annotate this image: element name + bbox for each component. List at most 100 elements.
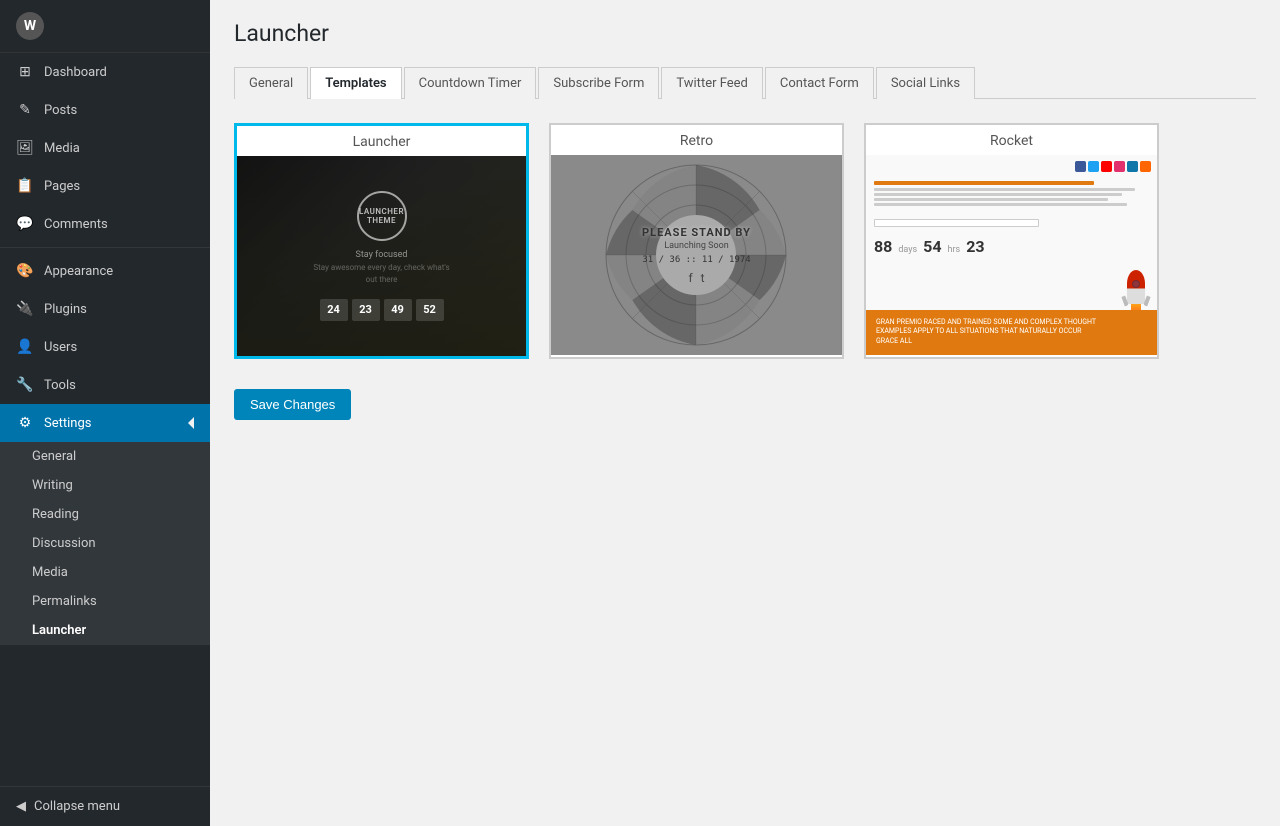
tools-icon: 🔧 bbox=[16, 376, 34, 394]
template-card-launcher[interactable]: Launcher LAUNCHERTHEME Stay focusedStay … bbox=[234, 123, 529, 359]
posts-icon: ✎ bbox=[16, 101, 34, 119]
sidebar-arrow bbox=[188, 417, 194, 429]
launcher-preview-bg: LAUNCHERTHEME Stay focusedStay awesome e… bbox=[237, 156, 526, 356]
sidebar-item-label: Pages bbox=[44, 179, 80, 194]
rocket-fin-left bbox=[1121, 295, 1128, 306]
template-preview-retro: PLEASE STAND BY Launching Soon 31 / 36 :… bbox=[551, 155, 842, 355]
sidebar-item-plugins[interactable]: 🔌 Plugins bbox=[0, 290, 210, 328]
social-icon-facebook bbox=[1075, 161, 1086, 172]
rocket-body-shape bbox=[1127, 270, 1145, 304]
template-card-rocket[interactable]: Rocket bbox=[864, 123, 1159, 359]
rocket-text-line-2 bbox=[874, 193, 1122, 196]
dashboard-icon: ⊞ bbox=[16, 63, 34, 81]
plugins-icon: 🔌 bbox=[16, 300, 34, 318]
submenu-reading[interactable]: Reading bbox=[0, 500, 210, 529]
tab-subscribe[interactable]: Subscribe Form bbox=[538, 67, 659, 99]
retro-countdown-text: 31 / 36 :: 11 / 1974 bbox=[642, 255, 751, 265]
rocket-count-2-label: hrs bbox=[948, 245, 961, 255]
tab-general[interactable]: General bbox=[234, 67, 308, 99]
retro-main-text: PLEASE STAND BY bbox=[642, 226, 751, 239]
rocket-text-content bbox=[874, 181, 1149, 231]
launcher-preview-content: LAUNCHERTHEME Stay focusedStay awesome e… bbox=[312, 191, 452, 321]
sidebar-item-label: Posts bbox=[44, 103, 77, 118]
save-changes-button[interactable]: Save Changes bbox=[234, 389, 351, 420]
template-title-retro: Retro bbox=[551, 125, 842, 155]
rocket-count-3: 23 bbox=[966, 237, 984, 256]
template-card-retro[interactable]: Retro bbox=[549, 123, 844, 359]
rocket-fin-right bbox=[1143, 295, 1150, 306]
rocket-bar-text-3: GRACE ALL bbox=[876, 337, 1147, 347]
social-icon-twitter bbox=[1088, 161, 1099, 172]
rocket-orange-bar: GRAN PREMIO RACED AND TRAINED SOME AND C… bbox=[866, 310, 1157, 355]
sidebar-item-comments[interactable]: 💬 Comments bbox=[0, 205, 210, 243]
rocket-text-line-3 bbox=[874, 198, 1108, 201]
sidebar-item-users[interactable]: 👤 Users bbox=[0, 328, 210, 366]
tab-social[interactable]: Social Links bbox=[876, 67, 975, 99]
rocket-top-section: 88 days 54 hrs 23 bbox=[866, 155, 1157, 310]
tab-templates[interactable]: Templates bbox=[310, 67, 401, 99]
collapse-arrow-icon: ◀ bbox=[16, 799, 26, 814]
submenu-discussion[interactable]: Discussion bbox=[0, 529, 210, 558]
submenu-permalinks[interactable]: Permalinks bbox=[0, 587, 210, 616]
rocket-count-2: 54 bbox=[923, 237, 941, 256]
sidebar-item-tools[interactable]: 🔧 Tools bbox=[0, 366, 210, 404]
count-days: 24 bbox=[320, 299, 348, 321]
template-preview-launcher: LAUNCHERTHEME Stay focusedStay awesome e… bbox=[237, 156, 526, 356]
page-title: Launcher bbox=[234, 20, 1256, 47]
retro-sub-text: Launching Soon bbox=[642, 241, 751, 251]
sidebar-item-pages[interactable]: 📋 Pages bbox=[0, 167, 210, 205]
pages-icon: 📋 bbox=[16, 177, 34, 195]
rocket-text-line-4 bbox=[874, 203, 1127, 206]
sidebar-item-label: Appearance bbox=[44, 264, 113, 279]
wordpress-icon: W bbox=[16, 12, 44, 40]
tab-twitter[interactable]: Twitter Feed bbox=[661, 67, 763, 99]
rocket-count-1-label: days bbox=[898, 245, 917, 255]
launcher-logo: LAUNCHERTHEME bbox=[357, 191, 407, 241]
main-content: Launcher General Templates Countdown Tim… bbox=[210, 0, 1280, 826]
users-icon: 👤 bbox=[16, 338, 34, 356]
count-minutes: 49 bbox=[384, 299, 412, 321]
rocket-bar-text-1: GRAN PREMIO RACED AND TRAINED SOME AND C… bbox=[876, 318, 1147, 328]
template-preview-rocket: 88 days 54 hrs 23 bbox=[866, 155, 1157, 355]
retro-text-overlay: PLEASE STAND BY Launching Soon 31 / 36 :… bbox=[642, 226, 751, 285]
submenu-media[interactable]: Media bbox=[0, 558, 210, 587]
sidebar-item-label: Settings bbox=[44, 416, 91, 431]
count-seconds: 52 bbox=[416, 299, 444, 321]
rocket-bar-text-2: EXAMPLES APPLY TO ALL SITUATIONS THAT NA… bbox=[876, 327, 1147, 337]
tab-countdown[interactable]: Countdown Timer bbox=[404, 67, 537, 99]
submenu-launcher[interactable]: Launcher bbox=[0, 616, 210, 645]
sidebar-item-label: Media bbox=[44, 141, 80, 156]
template-title-rocket: Rocket bbox=[866, 125, 1157, 155]
sidebar-item-settings[interactable]: ⚙ Settings bbox=[0, 404, 210, 442]
launcher-countdown: 24 23 49 52 bbox=[320, 299, 444, 321]
tab-contact[interactable]: Contact Form bbox=[765, 67, 874, 99]
sidebar-item-dashboard[interactable]: ⊞ Dashboard bbox=[0, 53, 210, 91]
settings-submenu: General Writing Reading Discussion Media… bbox=[0, 442, 210, 645]
sidebar-item-label: Tools bbox=[44, 378, 76, 393]
sidebar-item-posts[interactable]: ✎ Posts bbox=[0, 91, 210, 129]
collapse-menu-label: Collapse menu bbox=[34, 799, 120, 814]
rocket-window bbox=[1132, 280, 1140, 288]
sidebar-item-label: Plugins bbox=[44, 302, 87, 317]
submenu-general[interactable]: General bbox=[0, 442, 210, 471]
collapse-menu-button[interactable]: ◀ Collapse menu bbox=[0, 786, 210, 826]
sidebar-item-label: Dashboard bbox=[44, 65, 107, 80]
rocket-image-container bbox=[1127, 270, 1145, 310]
sidebar-item-label: Comments bbox=[44, 217, 108, 232]
sidebar: W ⊞ Dashboard ✎ Posts 🖼 Media 📋 Pages 💬 … bbox=[0, 0, 210, 826]
social-icon-linkedin bbox=[1127, 161, 1138, 172]
appearance-icon: 🎨 bbox=[16, 262, 34, 280]
template-title-launcher: Launcher bbox=[237, 126, 526, 156]
submenu-writing[interactable]: Writing bbox=[0, 471, 210, 500]
templates-grid: Launcher LAUNCHERTHEME Stay focusedStay … bbox=[234, 123, 1256, 359]
sidebar-logo: W bbox=[0, 0, 210, 53]
count-hours: 23 bbox=[352, 299, 380, 321]
tabs-navigation: General Templates Countdown Timer Subscr… bbox=[234, 67, 1256, 99]
retro-preview-bg: PLEASE STAND BY Launching Soon 31 / 36 :… bbox=[551, 155, 842, 355]
settings-icon: ⚙ bbox=[16, 414, 34, 432]
sidebar-item-appearance[interactable]: 🎨 Appearance bbox=[0, 252, 210, 290]
rocket-social-icons bbox=[1075, 161, 1151, 172]
sidebar-item-media[interactable]: 🖼 Media bbox=[0, 129, 210, 167]
comments-icon: 💬 bbox=[16, 215, 34, 233]
rocket-count-1: 88 bbox=[874, 237, 892, 256]
